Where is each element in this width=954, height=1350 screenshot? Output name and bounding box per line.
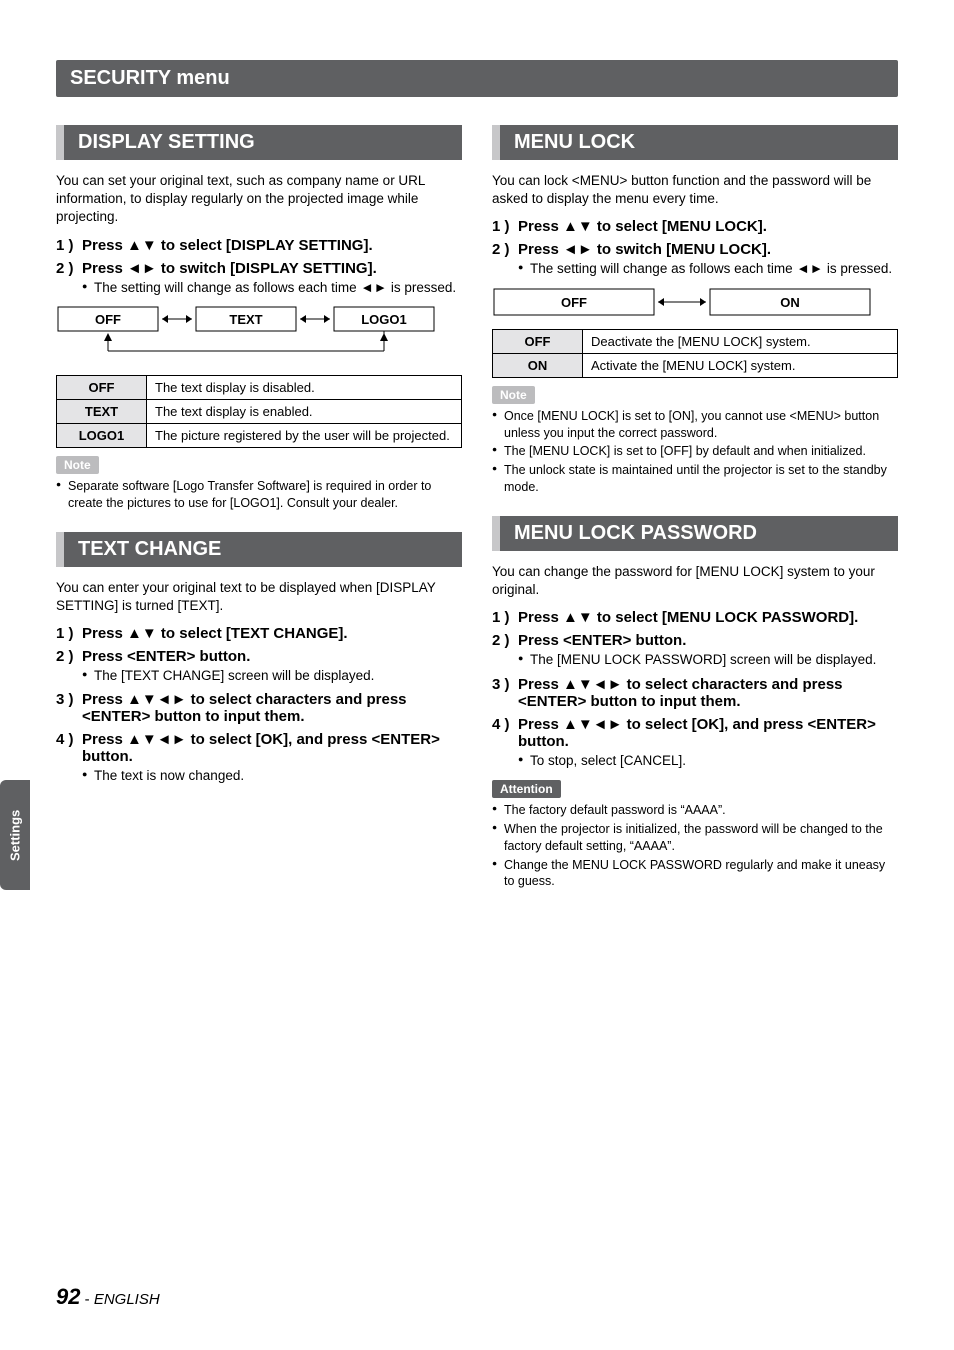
step-text: Press ▲▼ to select [MENU LOCK]. (518, 218, 898, 235)
attn-item: Change the MENU LOCK PASSWORD regularly … (492, 857, 898, 891)
tc-sub4: The text is now changed. (82, 767, 462, 785)
display-setting-intro: You can set your original text, such as … (56, 172, 462, 227)
diagram-cell-off: OFF (561, 295, 587, 310)
step-number: 4 ) (492, 716, 518, 750)
step-number: 2 ) (492, 632, 518, 649)
step-number: 1 ) (492, 218, 518, 235)
step-text: Press ▲▼◄► to select characters and pres… (518, 676, 898, 710)
diagram-cell-logo1: LOGO1 (361, 312, 407, 327)
step-text: Press ◄► to switch [DISPLAY SETTING]. (82, 260, 462, 277)
note-item: The unlock state is maintained until the… (492, 462, 898, 496)
table-key: LOGO1 (57, 423, 147, 447)
page-footer: 92 - ENGLISH (56, 1284, 160, 1310)
ds-diagram: OFF TEXT LOGO1 (56, 305, 462, 365)
left-column: DISPLAY SETTING You can set your origina… (56, 125, 462, 892)
step-text: Press ▲▼◄► to select [OK], and press <EN… (518, 716, 898, 750)
note-item: Separate software [Logo Transfer Softwar… (56, 478, 462, 512)
tc-step-2: 2 ) Press <ENTER> button. (56, 648, 462, 665)
ml-table: OFFDeactivate the [MENU LOCK] system. ON… (492, 329, 898, 378)
ml-diagram: OFF ON (492, 287, 898, 319)
right-column: MENU LOCK You can lock <MENU> button fun… (492, 125, 898, 892)
step-text: Press ▲▼◄► to select characters and pres… (82, 691, 462, 725)
step-number: 2 ) (56, 648, 82, 665)
table-key: ON (493, 353, 583, 377)
table-val: Activate the [MENU LOCK] system. (583, 353, 898, 377)
step-text: Press ▲▼ to select [DISPLAY SETTING]. (82, 237, 462, 254)
menu-lock-pw-intro: You can change the password for [MENU LO… (492, 563, 898, 599)
mlp-sub4: To stop, select [CANCEL]. (518, 752, 898, 770)
mlp-step-4: 4 ) Press ▲▼◄► to select [OK], and press… (492, 716, 898, 750)
side-tab-settings: Settings (0, 780, 30, 890)
tc-sub2: The [TEXT CHANGE] screen will be display… (82, 667, 462, 685)
table-val: The text display is enabled. (147, 399, 462, 423)
step-number: 3 ) (492, 676, 518, 710)
step-number: 2 ) (56, 260, 82, 277)
mlp-step-2: 2 ) Press <ENTER> button. (492, 632, 898, 649)
mlp-step-3: 3 ) Press ▲▼◄► to select characters and … (492, 676, 898, 710)
step-text: Press ▲▼ to select [MENU LOCK PASSWORD]. (518, 609, 898, 626)
table-val: The picture registered by the user will … (147, 423, 462, 447)
tc-step-4: 4 ) Press ▲▼◄► to select [OK], and press… (56, 731, 462, 765)
mlp-attn: The factory default password is “AAAA”. … (492, 802, 898, 890)
step-number: 1 ) (56, 237, 82, 254)
section-menu-lock-title: MENU LOCK (492, 125, 898, 160)
footer-sep: - (80, 1291, 93, 1308)
attn-item: When the projector is initialized, the p… (492, 821, 898, 855)
table-key: TEXT (57, 399, 147, 423)
step-number: 4 ) (56, 731, 82, 765)
note-item: Once [MENU LOCK] is set to [ON], you can… (492, 408, 898, 442)
step-number: 1 ) (492, 609, 518, 626)
ds-notes: Separate software [Logo Transfer Softwar… (56, 478, 462, 512)
step-text: Press ◄► to switch [MENU LOCK]. (518, 241, 898, 258)
step-number: 2 ) (492, 241, 518, 258)
columns: DISPLAY SETTING You can set your origina… (56, 125, 898, 892)
step-number: 1 ) (56, 625, 82, 642)
attn-item: The factory default password is “AAAA”. (492, 802, 898, 819)
note-label: Note (492, 386, 535, 404)
ml-step-1: 1 ) Press ▲▼ to select [MENU LOCK]. (492, 218, 898, 235)
table-val: The text display is disabled. (147, 375, 462, 399)
text-change-intro: You can enter your original text to be d… (56, 579, 462, 615)
tc-step-1: 1 ) Press ▲▼ to select [TEXT CHANGE]. (56, 625, 462, 642)
section-menu-lock-pw-title: MENU LOCK PASSWORD (492, 516, 898, 551)
ml-sub: The setting will change as follows each … (518, 260, 898, 278)
page-number: 92 (56, 1284, 80, 1309)
diagram-cell-on: ON (780, 295, 800, 310)
footer-lang: ENGLISH (94, 1291, 160, 1308)
section-display-setting-title: DISPLAY SETTING (56, 125, 462, 160)
step-number: 3 ) (56, 691, 82, 725)
diagram-cell-off: OFF (95, 312, 121, 327)
step-text: Press ▲▼ to select [TEXT CHANGE]. (82, 625, 462, 642)
diagram-cell-text: TEXT (229, 312, 262, 327)
mlp-step-1: 1 ) Press ▲▼ to select [MENU LOCK PASSWO… (492, 609, 898, 626)
ds-step-2: 2 ) Press ◄► to switch [DISPLAY SETTING]… (56, 260, 462, 277)
menu-title: SECURITY menu (56, 60, 898, 97)
menu-lock-intro: You can lock <MENU> button function and … (492, 172, 898, 208)
mlp-sub2: The [MENU LOCK PASSWORD] screen will be … (518, 651, 898, 669)
ds-sub: The setting will change as follows each … (82, 279, 462, 297)
table-val: Deactivate the [MENU LOCK] system. (583, 329, 898, 353)
note-label: Note (56, 456, 99, 474)
ds-table: OFFThe text display is disabled. TEXTThe… (56, 375, 462, 448)
tc-step-3: 3 ) Press ▲▼◄► to select characters and … (56, 691, 462, 725)
step-text: Press <ENTER> button. (518, 632, 898, 649)
ds-step-1: 1 ) Press ▲▼ to select [DISPLAY SETTING]… (56, 237, 462, 254)
ml-step-2: 2 ) Press ◄► to switch [MENU LOCK]. (492, 241, 898, 258)
step-text: Press ▲▼◄► to select [OK], and press <EN… (82, 731, 462, 765)
attention-label: Attention (492, 780, 561, 798)
table-key: OFF (57, 375, 147, 399)
note-item: The [MENU LOCK] is set to [OFF] by defau… (492, 443, 898, 460)
table-key: OFF (493, 329, 583, 353)
section-text-change-title: TEXT CHANGE (56, 532, 462, 567)
step-text: Press <ENTER> button. (82, 648, 462, 665)
ml-notes: Once [MENU LOCK] is set to [ON], you can… (492, 408, 898, 496)
